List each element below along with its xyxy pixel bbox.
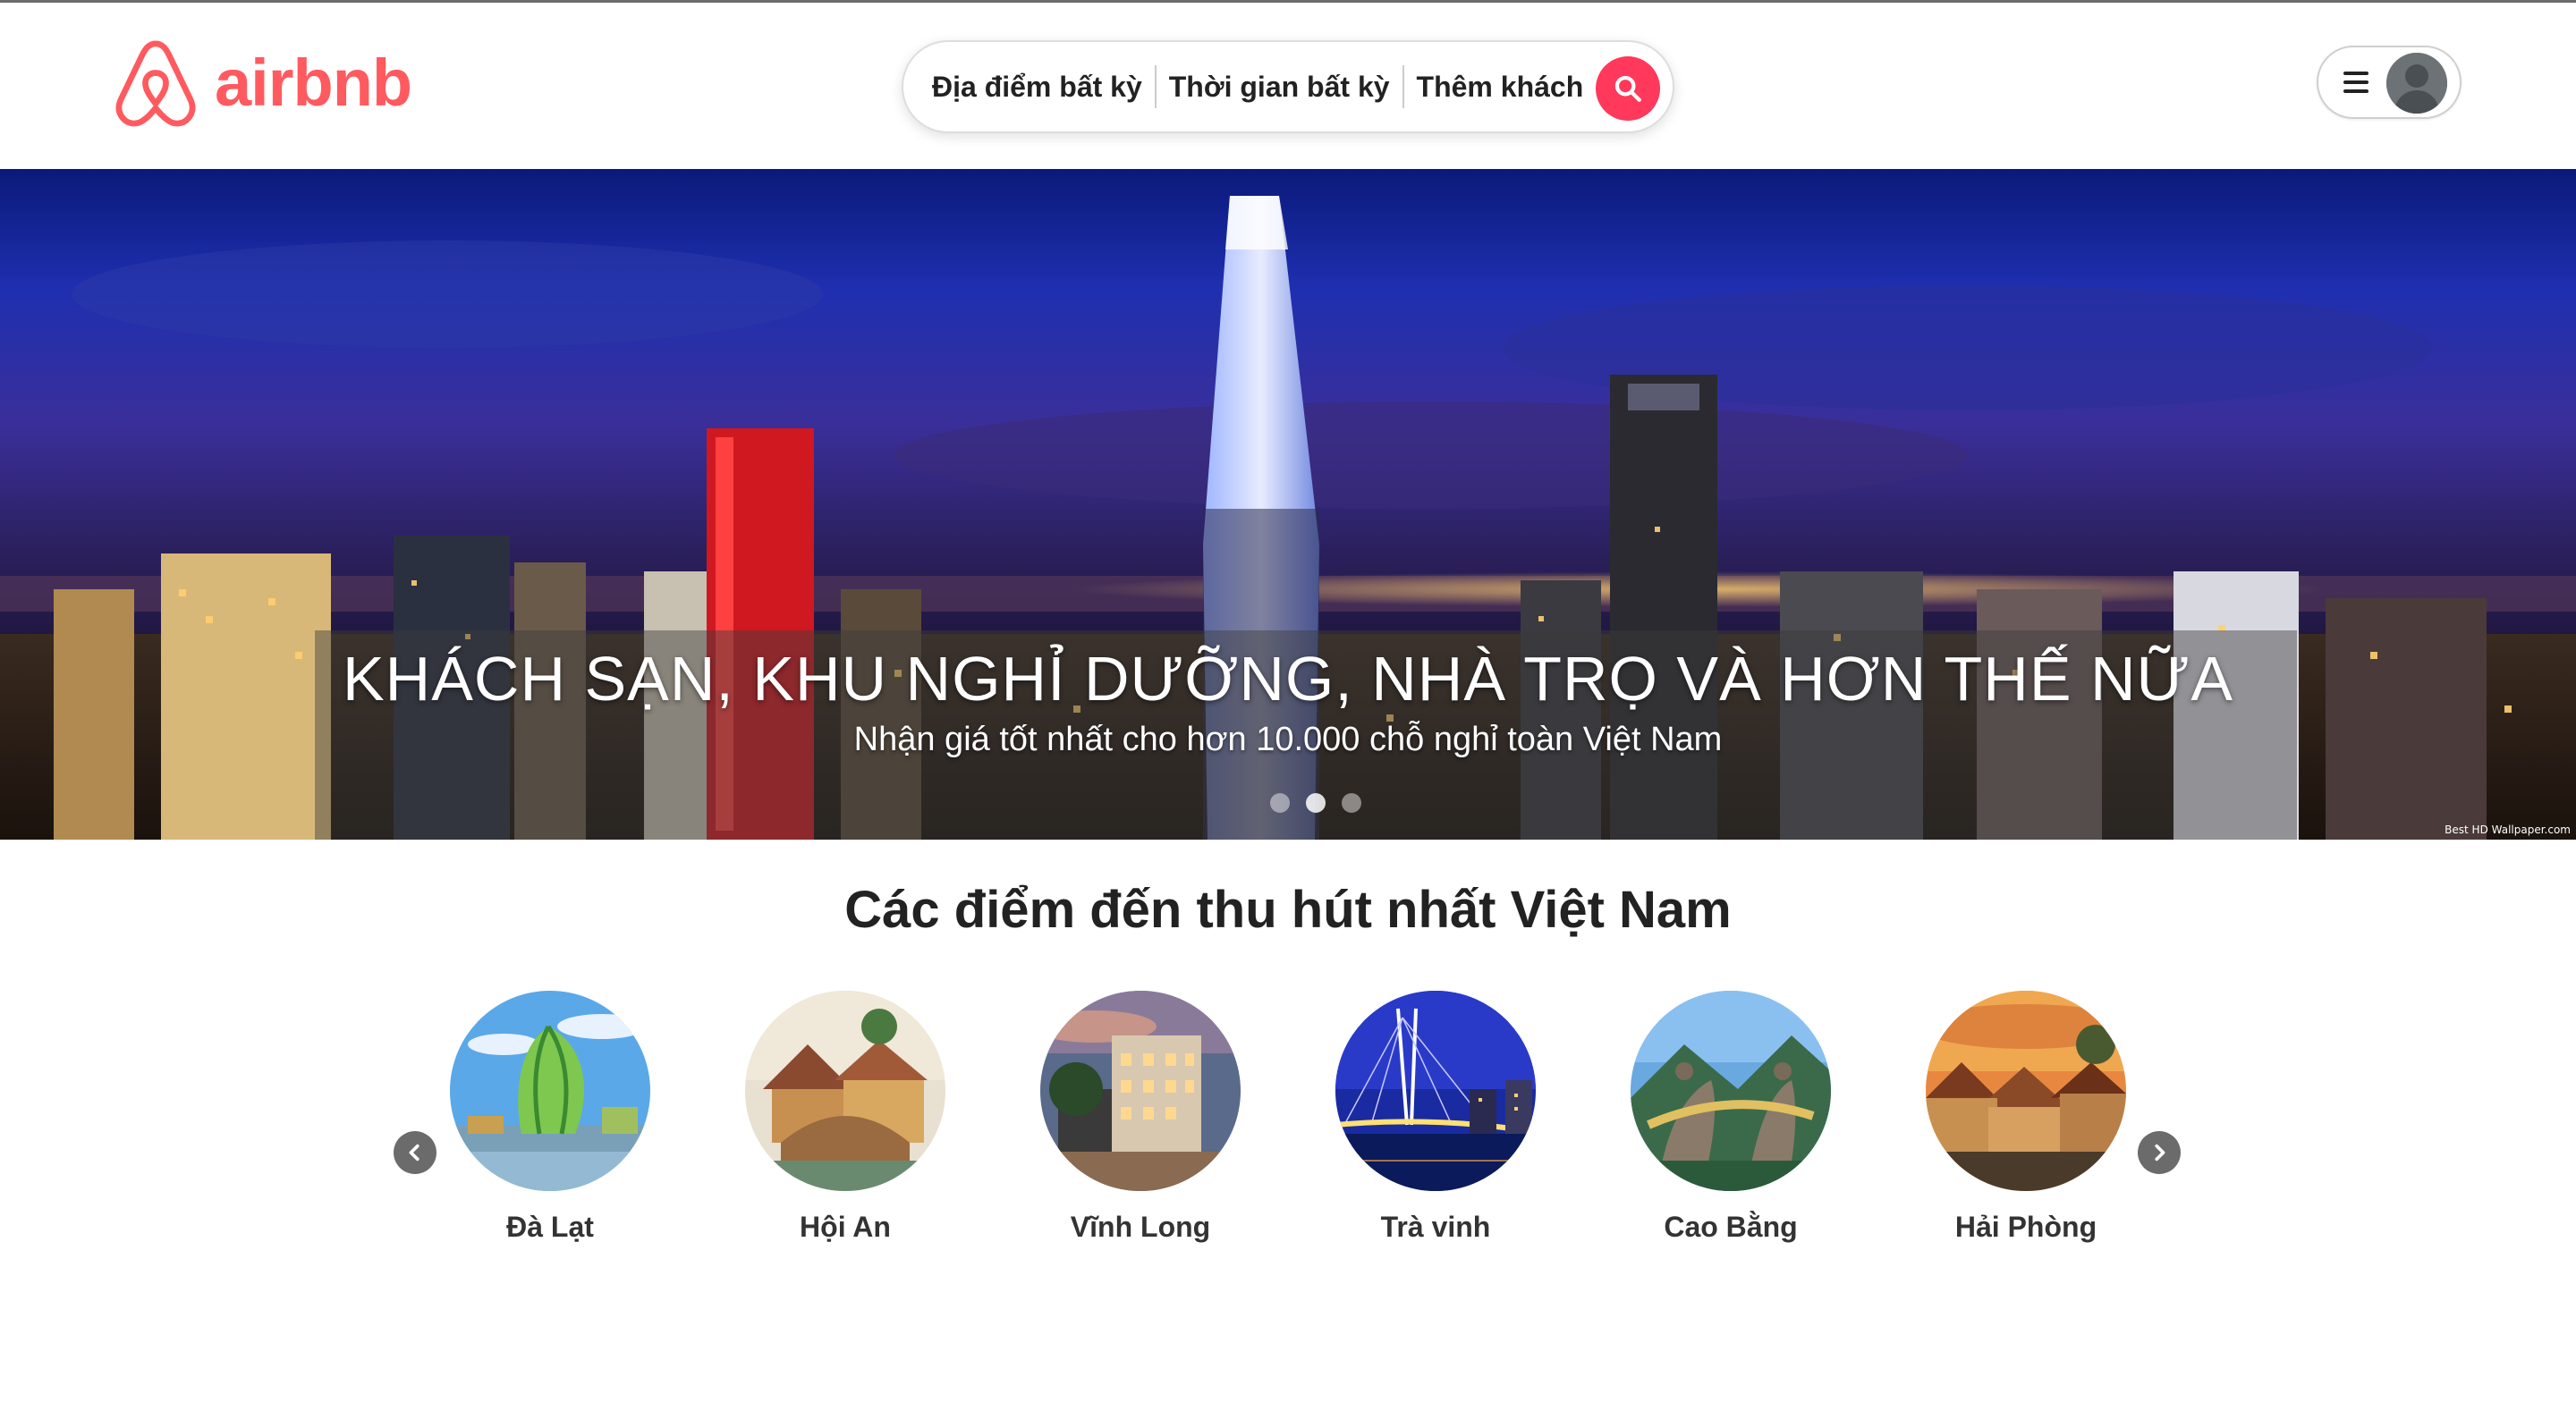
destination-name: Vĩnh Long [1070,1211,1211,1243]
hero-title: KHÁCH SẠN, KHU NGHỈ DƯỠNG, NHÀ TRỌ VÀ HƠ… [342,644,2234,714]
destination-card[interactable]: Trà vinh [1335,991,1536,1243]
search-icon [1614,75,1641,102]
search-bar[interactable]: Địa điểm bất kỳ Thời gian bất kỳ Thêm kh… [902,40,1674,133]
destination-card[interactable]: Vĩnh Long [1040,991,1241,1243]
destination-card[interactable]: Hải Phòng [1926,991,2126,1243]
destination-image [1335,991,1536,1191]
hero-slide-indicators [1270,793,1361,813]
airbnb-logo[interactable]: airbnb [113,37,412,130]
hero-slide-dot[interactable] [1342,793,1361,813]
destination-card[interactable]: Cao Bằng [1631,991,1831,1243]
hero-slide-dot-active[interactable] [1306,793,1326,813]
destination-image [745,991,945,1191]
search-guests[interactable]: Thêm khách [1404,65,1597,108]
search-button[interactable] [1596,56,1660,121]
image-watermark: Best HD Wallpaper.com [2445,824,2571,836]
destination-image [1040,991,1241,1191]
destination-image [1926,991,2126,1191]
destination-name: Đà Lạt [506,1211,594,1243]
hero-banner: KHÁCH SẠN, KHU NGHỈ DƯỠNG, NHÀ TRỌ VÀ HƠ… [0,169,2576,840]
hamburger-icon [2343,72,2368,93]
carousel-next-button[interactable] [2138,1131,2181,1174]
destination-name: Hải Phòng [1954,1211,2097,1243]
destination-name: Trà vinh [1380,1211,1491,1243]
destination-card[interactable]: Hội An [745,991,945,1243]
destination-image [1631,991,1831,1191]
airbnb-logo-icon [115,40,196,127]
site-header: airbnb Địa điểm bất kỳ Thời gian bất kỳ … [0,3,2576,169]
user-avatar [2386,53,2447,114]
hero-subtitle: Nhận giá tốt nhất cho hơn 10.000 chỗ ngh… [853,721,1723,758]
destination-image [450,991,650,1191]
chevron-right-icon [2155,1144,2165,1162]
chevron-left-icon [409,1144,419,1162]
user-avatar-icon [2386,53,2447,114]
search-location[interactable]: Địa điểm bất kỳ [919,65,1155,108]
carousel-prev-button[interactable] [394,1131,436,1174]
destinations-title: Các điểm đến thu hút nhất Việt Nam [844,881,1732,939]
destination-card[interactable]: Đà Lạt [450,991,650,1243]
destination-name: Hội An [800,1211,891,1243]
hero-slide-dot[interactable] [1270,793,1290,813]
logo-wordmark: airbnb [215,46,412,120]
search-time[interactable]: Thời gian bất kỳ [1157,65,1402,108]
destination-name: Cao Bằng [1664,1211,1798,1243]
user-menu-button[interactable] [2317,46,2462,119]
